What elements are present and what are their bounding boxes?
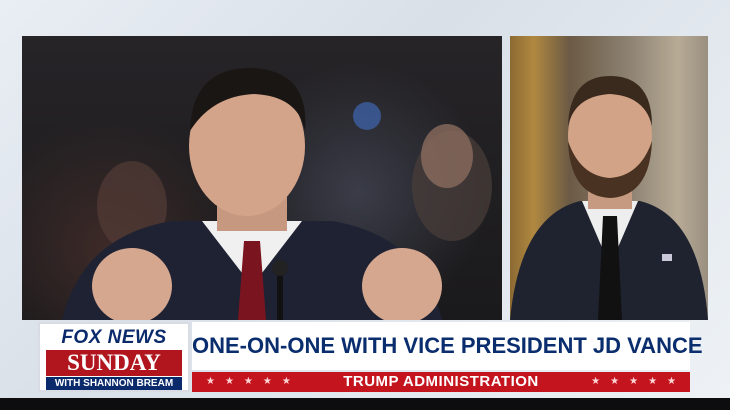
left-video-figure xyxy=(62,67,492,320)
host-credit: WITH SHANNON BREAM xyxy=(46,377,182,390)
left-video-panel xyxy=(22,36,502,320)
headline-banner: ONE-ON-ONE WITH VICE PRESIDENT JD VANCE xyxy=(192,322,703,370)
right-video-figure xyxy=(510,76,708,320)
lower-third: FOX NEWS SUNDAY WITH SHANNON BREAM ONE-O… xyxy=(38,322,703,392)
stars-decoration-right: ★★★★★ xyxy=(591,376,686,387)
network-logo-text: FOX NEWS xyxy=(61,327,167,348)
headline: ONE-ON-ONE WITH VICE PRESIDENT JD VANCE xyxy=(192,333,703,358)
bottom-letterbox-bar xyxy=(0,398,730,410)
right-video-panel xyxy=(510,36,708,320)
show-title: SUNDAY xyxy=(46,350,182,376)
subhead-banner: ★★★★★ TRUMP ADMINISTRATION ★★★★★ xyxy=(192,372,690,392)
show-logo: FOX NEWS SUNDAY WITH SHANNON BREAM xyxy=(38,322,190,392)
